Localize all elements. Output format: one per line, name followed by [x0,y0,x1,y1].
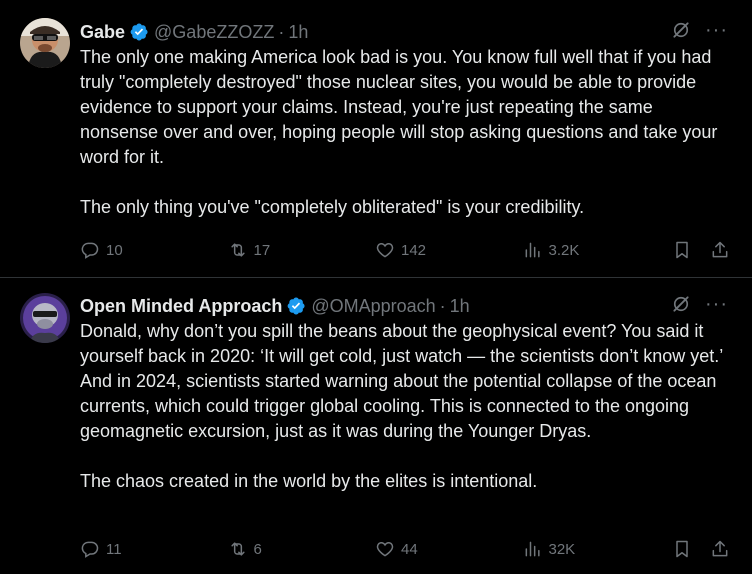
reply-count: 10 [106,241,123,259]
views-icon [525,242,540,258]
timestamp[interactable]: 1h [450,294,470,318]
reply-icon [81,242,99,259]
author-name[interactable]: Open Minded Approach [80,294,282,318]
grok-icon[interactable] [671,20,691,40]
reply-button[interactable]: 11 [80,539,228,559]
tweet-header: Gabe @GabeZZOZZ · 1h [80,20,736,44]
tweet-paragraph: Donald, why don’t you spill the beans ab… [80,321,723,441]
heart-icon [376,541,394,557]
bookmark-icon[interactable] [672,240,692,260]
tweet-paragraph: The chaos created in the world by the el… [80,471,538,491]
repost-count: 6 [253,540,262,558]
share-icon[interactable] [710,240,730,260]
author-name[interactable]: Gabe [80,20,125,44]
tweet-text: The only one making America look bad is … [80,45,730,220]
separator-dot: · [278,22,285,42]
repost-count: 17 [253,241,271,259]
reply-icon [81,541,99,558]
avatar-image [20,18,70,68]
like-count: 44 [401,540,418,558]
timeline-feed: Gabe @GabeZZOZZ · 1h ··· The only one ma… [0,0,752,574]
like-count: 142 [401,241,427,259]
tweet-header-actions: ··· [671,294,728,314]
views-button[interactable]: 3.2K [523,240,673,260]
tweet-gabe[interactable]: Gabe @GabeZZOZZ · 1h ··· The only one ma… [0,0,752,278]
heart-icon [376,242,394,258]
like-button[interactable]: 44 [375,539,523,559]
verified-badge-icon [287,297,305,315]
tweet-actions: 10 17 142 3.2K [80,239,730,261]
views-count: 32K [548,540,576,558]
author-handle[interactable]: @OMApproach [311,294,435,318]
more-icon[interactable]: ··· [705,294,728,314]
verified-badge-icon [130,23,148,41]
reply-button[interactable]: 10 [80,240,228,260]
repost-button[interactable]: 6 [228,539,376,559]
share-icon[interactable] [710,539,730,559]
tweet-header: Open Minded Approach @OMApproach · 1h [80,294,736,318]
tweet-paragraph: The only thing you've "completely oblite… [80,197,585,217]
tweet-secondary-actions [672,240,730,260]
avatar[interactable] [20,18,70,68]
timestamp[interactable]: 1h [288,20,308,44]
views-count: 3.2K [548,241,580,259]
tweet-omapproach[interactable]: Open Minded Approach @OMApproach · 1h ··… [0,278,752,574]
separator-dot: · [439,296,446,316]
avatar[interactable] [20,293,70,343]
like-button[interactable]: 142 [375,240,523,260]
tweet-text: Donald, why don’t you spill the beans ab… [80,319,730,494]
tweet-actions: 11 6 44 32K [80,538,730,560]
avatar-image [20,293,70,343]
repost-button[interactable]: 17 [228,240,376,260]
views-icon [525,541,540,557]
views-button[interactable]: 32K [523,539,673,559]
tweet-paragraph: The only one making America look bad is … [80,47,718,167]
tweet-header-actions: ··· [671,20,728,40]
grok-icon[interactable] [671,294,691,314]
repost-icon [230,243,245,257]
tweet-secondary-actions [672,539,730,559]
bookmark-icon[interactable] [672,539,692,559]
more-icon[interactable]: ··· [705,20,728,40]
author-handle[interactable]: @GabeZZOZZ [154,20,274,44]
repost-icon [230,542,245,556]
reply-count: 11 [106,540,122,558]
